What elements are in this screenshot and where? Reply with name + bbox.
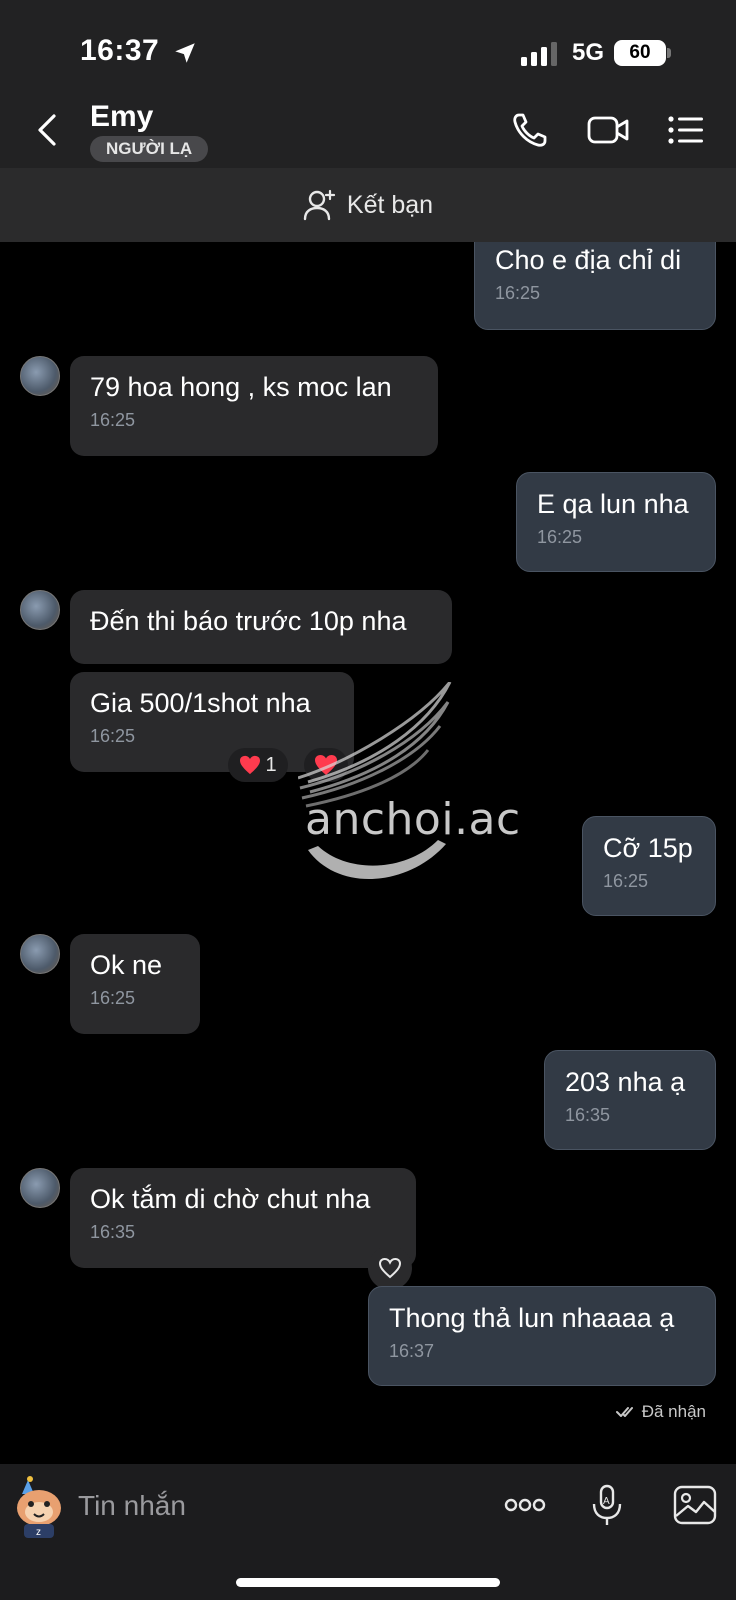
- chat-header: Emy NGƯỜI LẠ: [0, 100, 736, 168]
- stranger-badge: NGƯỜI LẠ: [90, 136, 209, 162]
- double-check-icon: [615, 1407, 633, 1417]
- heart-icon: [240, 755, 261, 775]
- message-text: Thong thả lun nhaaaa ạ: [389, 1303, 675, 1333]
- avatar[interactable]: [20, 356, 60, 396]
- add-friend-bar[interactable]: Kết bạn: [0, 168, 736, 242]
- avatar[interactable]: [20, 934, 60, 974]
- message-time: 16:25: [603, 871, 649, 891]
- message-text: 79 hoa hong , ks moc lan: [90, 372, 392, 402]
- svg-text:A: A: [603, 1496, 610, 1507]
- sticker-icon[interactable]: z: [10, 1474, 68, 1538]
- avatar[interactable]: [20, 1168, 60, 1208]
- delivery-status: Đã nhận: [615, 1402, 706, 1422]
- message-time: 16:35: [90, 1222, 136, 1242]
- message-bubble-incoming[interactable]: 79 hoa hong , ks moc lan 16:25: [70, 356, 438, 456]
- menu-icon[interactable]: [666, 110, 706, 150]
- status-bar: 16:37 5G 60: [0, 0, 736, 100]
- message-text: Ok tắm di chờ chut nha: [90, 1184, 371, 1214]
- more-icon[interactable]: [502, 1482, 548, 1528]
- message-bubble-outgoing[interactable]: Cho e địa chỉ di 16:25: [474, 242, 716, 330]
- back-icon[interactable]: [30, 110, 66, 150]
- reaction-summary[interactable]: 1: [228, 748, 288, 782]
- react-button[interactable]: [304, 748, 348, 782]
- delivery-status-text: Đã nhận: [641, 1402, 706, 1421]
- reaction-count: 1: [265, 753, 277, 776]
- battery-tip: [667, 48, 671, 58]
- add-user-icon: [303, 189, 336, 221]
- home-indicator[interactable]: [236, 1578, 500, 1587]
- message-time: 16:25: [537, 527, 583, 547]
- message-bubble-incoming[interactable]: Ok ne 16:25: [70, 934, 200, 1034]
- avatar[interactable]: [20, 590, 60, 630]
- message-bubble-incoming[interactable]: Ok tắm di chờ chut nha 16:35: [70, 1168, 416, 1268]
- message-bubble-outgoing[interactable]: E qa lun nha 16:25: [516, 472, 716, 572]
- message-text: Gia 500/1shot nha: [90, 688, 311, 718]
- heart-icon: [315, 755, 337, 775]
- contact-name[interactable]: Emy: [90, 100, 153, 134]
- watermark-text: anchoi.ac: [305, 794, 521, 845]
- message-text: Cho e địa chỉ di: [495, 245, 682, 275]
- message-text: Ok ne: [90, 950, 163, 980]
- message-time: 16:25: [90, 726, 136, 746]
- signal-icon: [521, 42, 557, 66]
- message-text: Đến thi báo trước 10p nha: [90, 606, 407, 636]
- phone-icon[interactable]: [510, 110, 550, 150]
- add-friend-button[interactable]: Kết bạn: [303, 189, 433, 221]
- network-type: 5G: [572, 39, 605, 66]
- svg-text:z: z: [36, 1527, 41, 1538]
- heart-outline-icon: [378, 1257, 402, 1279]
- message-time: 16:25: [90, 410, 136, 430]
- location-arrow-icon: [175, 43, 195, 63]
- message-text: 203 nha ạ: [565, 1067, 686, 1097]
- status-time: 16:37: [80, 34, 160, 67]
- message-input[interactable]: [78, 1486, 458, 1526]
- message-time: 16:35: [565, 1105, 611, 1125]
- chat-area[interactable]: Cho e địa chỉ di 16:25 79 hoa hong , ks …: [0, 242, 736, 1464]
- message-text: E qa lun nha: [537, 489, 689, 519]
- message-time: 16:25: [495, 283, 541, 303]
- react-button[interactable]: [368, 1246, 412, 1290]
- battery-indicator: 60: [614, 40, 666, 66]
- message-text: Cỡ 15p: [603, 833, 693, 863]
- voice-icon[interactable]: A: [584, 1482, 630, 1528]
- message-bubble-outgoing[interactable]: 203 nha ạ 16:35: [544, 1050, 716, 1150]
- add-friend-label: Kết bạn: [346, 190, 434, 219]
- message-time: 16:37: [389, 1341, 435, 1361]
- video-call-icon[interactable]: [586, 110, 630, 150]
- message-time: 16:25: [90, 988, 136, 1008]
- message-bubble-outgoing[interactable]: Thong thả lun nhaaaa ạ 16:37: [368, 1286, 716, 1386]
- message-bubble-outgoing[interactable]: Cỡ 15p 16:25: [582, 816, 716, 916]
- message-bubble-incoming[interactable]: Đến thi báo trước 10p nha: [70, 590, 452, 664]
- image-icon[interactable]: [672, 1482, 718, 1528]
